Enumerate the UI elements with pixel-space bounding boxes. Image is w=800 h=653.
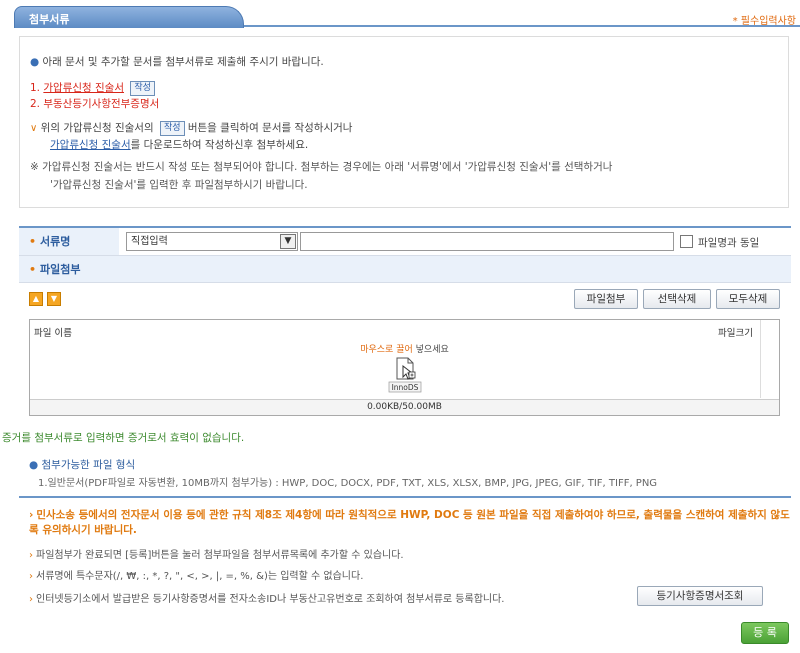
arrow-right-icon: ›: [29, 594, 33, 605]
notice-register: › 파일첨부가 완료되면 [등록]버튼을 눌러 첨부파일을 첨부서류목록에 추가할…: [29, 550, 404, 561]
file-drop-area[interactable]: 파일 이름 파일크기 마우스로 끌어 넣으세요 InnoDS 0.00KB/50…: [29, 319, 780, 416]
notice-special-chars: › 서류명에 특수문자(/, ₩, :, *, ?, ", <, >, |, =,…: [29, 571, 364, 582]
file-types-value: 1.일반문서(PDF파일로 자동변환, 10MB까지 첨부가능) : HWP, …: [38, 478, 658, 489]
doc-type-select[interactable]: 직접입력 ▼: [126, 232, 298, 251]
document-form: • 서류명 직접입력 ▼ 파일명과 동일 • 파일첨부: [19, 226, 791, 283]
same-as-file-label: 파일명과 동일: [698, 237, 760, 249]
section-header: 첨부서류 * 필수입력사항: [0, 0, 800, 28]
register-button[interactable]: 등 록: [741, 622, 789, 644]
write-button-inline: 작성: [159, 121, 185, 136]
delete-selected-button[interactable]: 선택삭제: [643, 289, 711, 309]
same-as-file-checkbox[interactable]: [680, 235, 693, 248]
doc-name-label: • 서류명: [19, 228, 119, 255]
drop-icon-label: InnoDS: [391, 383, 419, 392]
storage-usage: 0.00KB/50.00MB: [30, 399, 779, 415]
evidence-warning: 증거를 첨부서류로 입력하면 증거로서 효력이 없습니다.: [2, 432, 245, 444]
attach-file-button[interactable]: 파일첨부: [574, 289, 638, 309]
divider: [19, 496, 791, 498]
required-note: * 필수입력사항: [732, 16, 796, 27]
notice-remark-1: ※ 가압류신청 진술서는 반드시 작성 또는 첨부되어야 합니다. 첨부하는 경…: [30, 161, 613, 173]
statement-link[interactable]: 가압류신청 진술서: [43, 82, 124, 94]
file-types-title: ● 첨부가능한 파일 형식: [29, 459, 136, 471]
attach-label: • 파일첨부: [19, 256, 791, 282]
bullet-icon: ●: [30, 56, 40, 68]
drag-drop-icon: InnoDS: [388, 356, 422, 394]
attach-row: • 파일첨부: [19, 256, 791, 283]
statement-download-link[interactable]: 가압류신청 진술서: [50, 139, 131, 151]
arrow-right-icon: ›: [29, 550, 33, 561]
section-title: 첨부서류: [29, 13, 70, 26]
col-filesize: 파일크기: [718, 328, 753, 339]
arrow-right-icon: ›: [29, 571, 33, 582]
move-down-icon[interactable]: ▼: [47, 292, 61, 306]
arrow-right-icon: ›: [29, 509, 34, 521]
notice-guide-2: 가압류신청 진술서를 다운로드하여 작성하신후 첨부하세요.: [50, 139, 309, 151]
notice-item-1: 1. 가압류신청 진술서 작성: [30, 80, 155, 96]
notice-remark-2: '가압류신청 진술서'를 입력한 후 파일첨부하시기 바랍니다.: [50, 179, 308, 191]
header-line: [238, 25, 800, 27]
bullet-icon: ●: [29, 459, 39, 471]
notice-box: ● 아래 문서 및 추가할 문서를 첨부서류로 제출해 주시기 바랍니다. 1.…: [19, 36, 789, 208]
col-filename: 파일 이름: [34, 328, 72, 339]
chevron-down-icon[interactable]: ▼: [280, 234, 296, 249]
column-divider: [760, 320, 761, 398]
chevron-down-icon: ∨: [30, 123, 38, 134]
notice-registry-lookup: › 인터넷등기소에서 발급받은 등기사항증명서를 전자소송ID나 부동산고유번호로…: [29, 594, 505, 605]
move-up-icon[interactable]: ▲: [29, 292, 43, 306]
doc-name-row: • 서류명 직접입력 ▼ 파일명과 동일: [19, 228, 791, 256]
header-tab: 첨부서류: [14, 6, 244, 28]
notice-original-files: › 민사소송 등에서의 전자문서 이용 등에 관한 규칙 제8조 제4항에 따라 …: [29, 509, 790, 536]
notice-intro: ● 아래 문서 및 추가할 문서를 첨부서류로 제출해 주시기 바랍니다.: [30, 56, 324, 68]
delete-all-button[interactable]: 모두삭제: [716, 289, 780, 309]
write-button[interactable]: 작성: [130, 81, 155, 96]
notice-item-2: 2. 부동산등기사항전부증명서: [30, 98, 160, 110]
drop-hint: 마우스로 끌어 넣으세요: [360, 345, 449, 355]
registry-lookup-button[interactable]: 등기사항증명서조회: [637, 586, 763, 606]
file-list-header: 파일 이름 파일크기: [30, 320, 779, 339]
notice-guide-1: ∨ 위의 가압류신청 진술서의 작성 버튼을 클릭하여 문서를 작성하시거나: [30, 121, 353, 136]
doc-name-input[interactable]: [300, 232, 674, 251]
